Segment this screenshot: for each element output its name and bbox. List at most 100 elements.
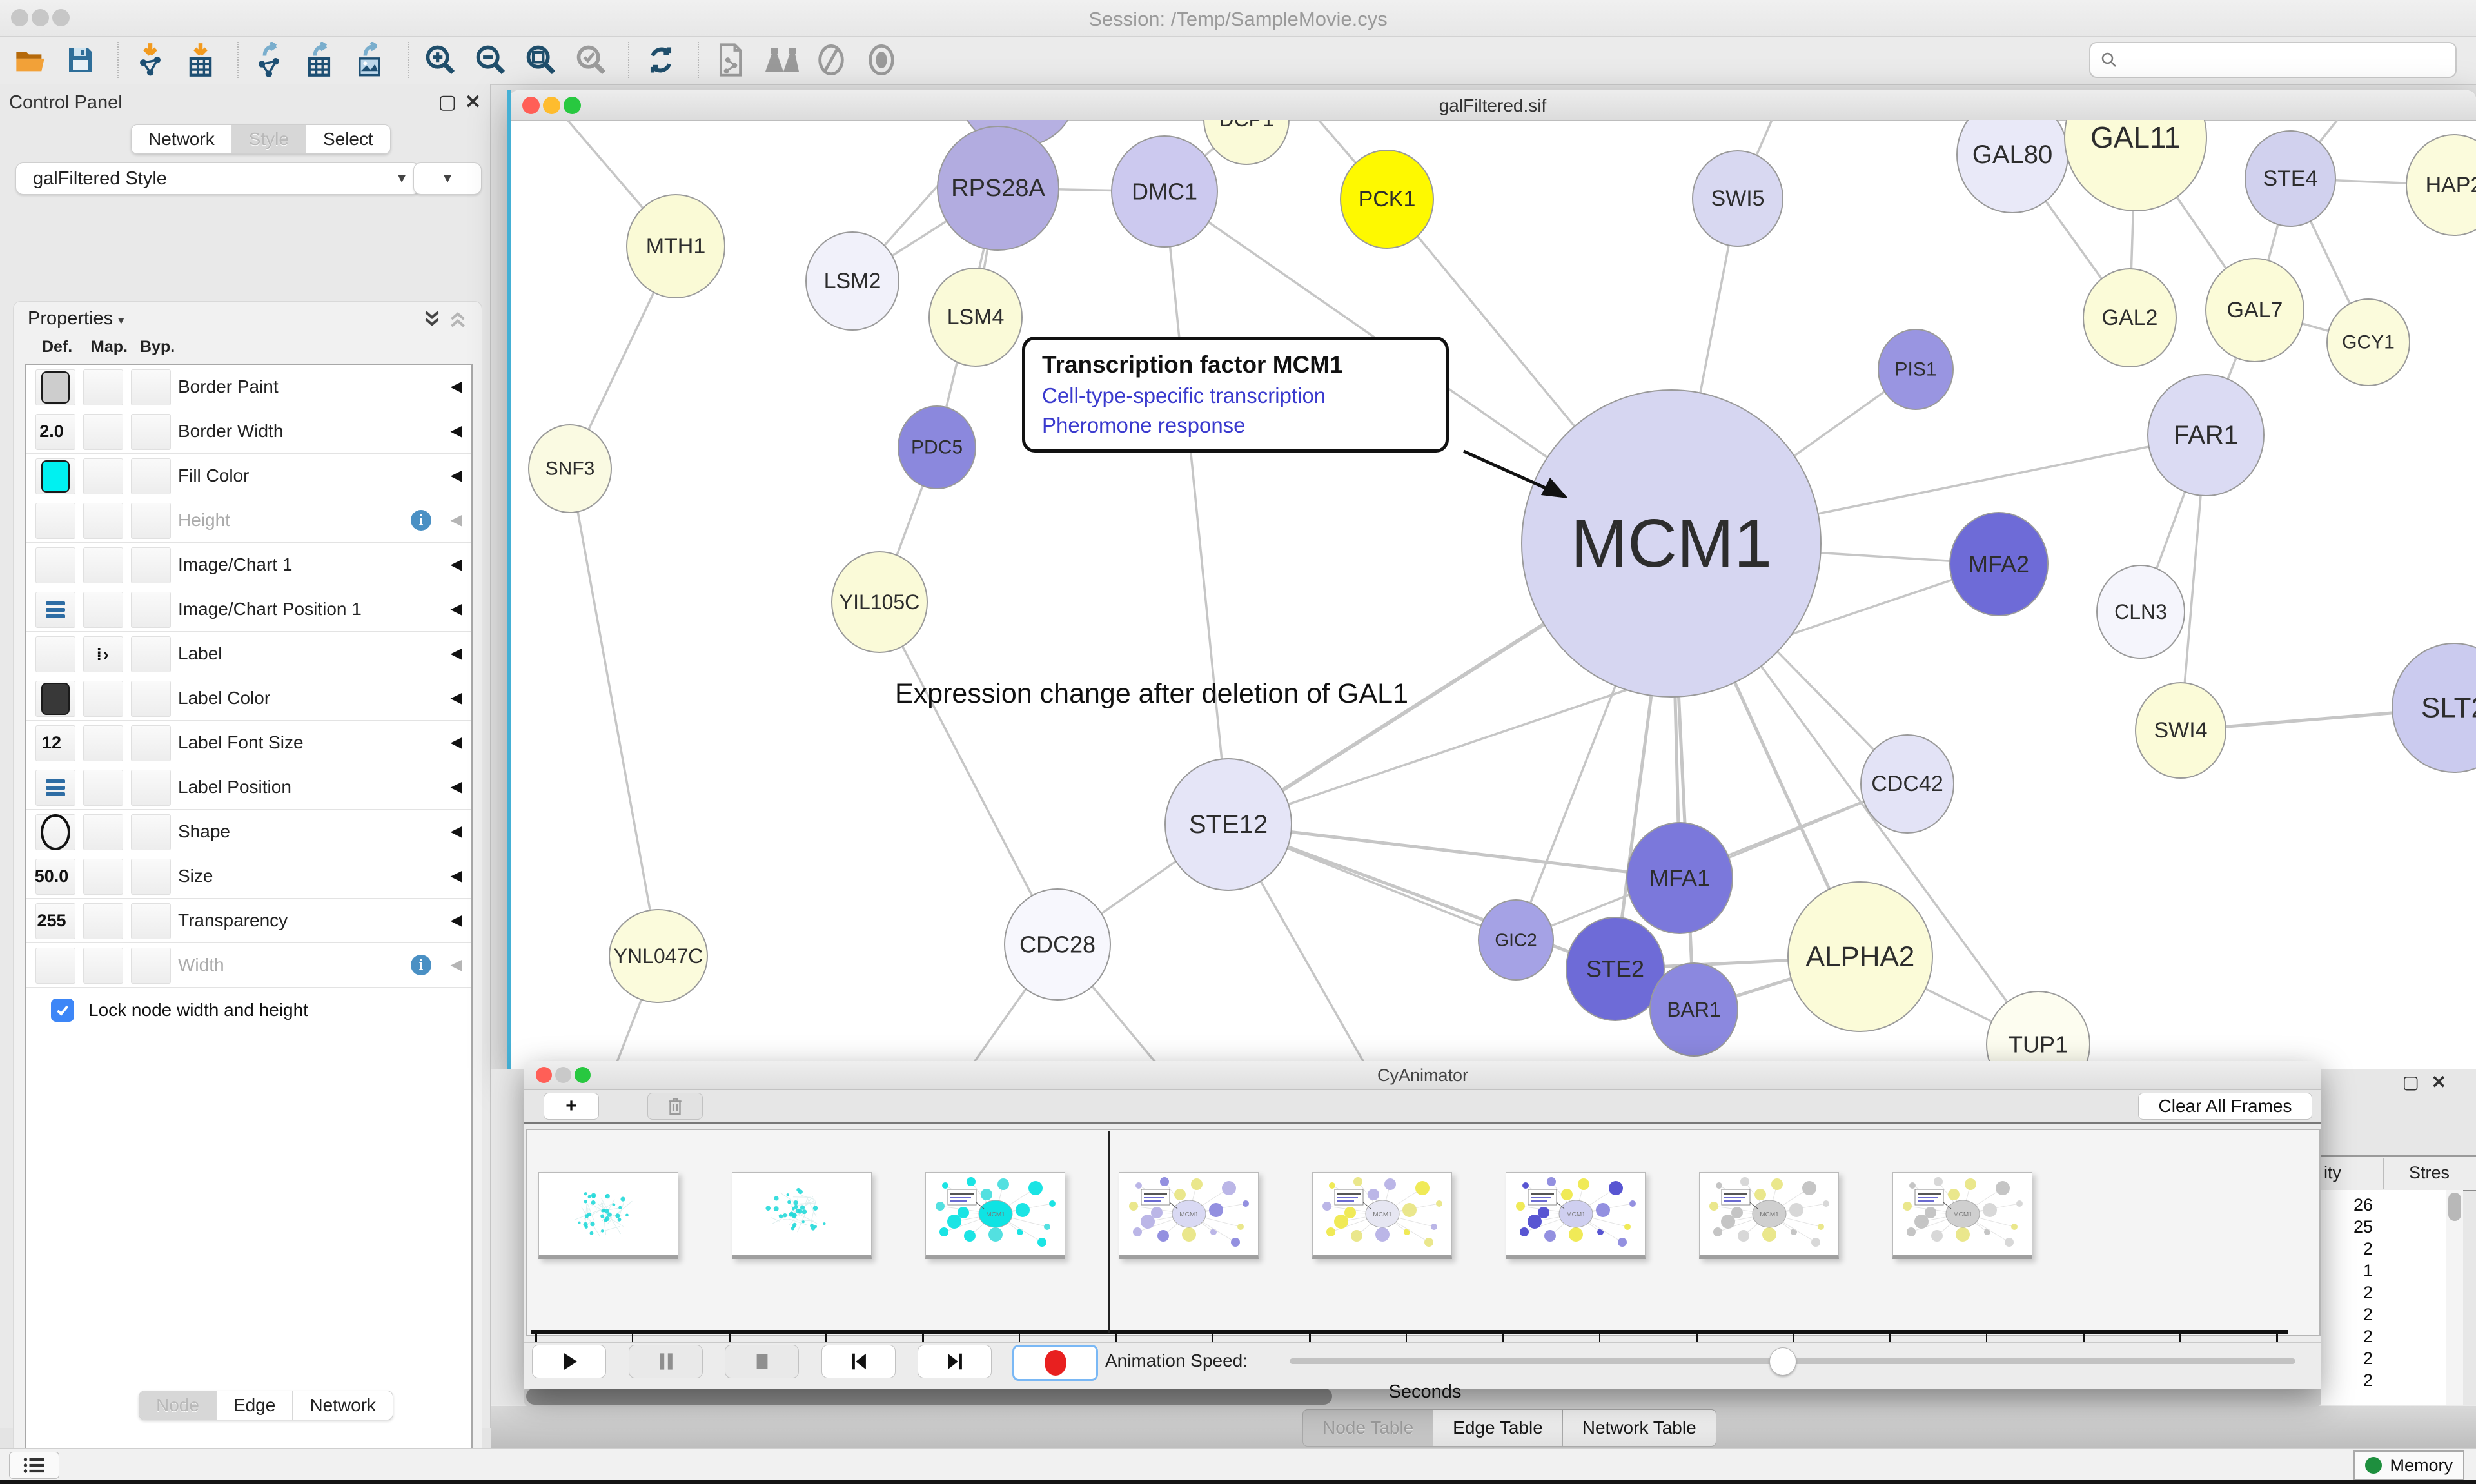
tab-network[interactable]: Network (132, 125, 231, 153)
mapping-cell[interactable] (83, 547, 123, 583)
style-property-row[interactable]: Label Color◀ (26, 676, 471, 721)
zoom-out-button[interactable] (472, 41, 509, 79)
network-node[interactable]: TUP1 (1987, 991, 2090, 1069)
network-node[interactable]: LSM2 (806, 232, 899, 330)
hide-details-button[interactable] (812, 41, 850, 79)
mapping-cell[interactable] (83, 681, 123, 717)
tab-edge-table[interactable]: Edge Table (1433, 1409, 1563, 1447)
table-row[interactable]: 2 (2321, 1349, 2373, 1369)
network-node[interactable]: MCM1 (1522, 390, 1821, 697)
expand-property-icon[interactable]: ◀ (451, 899, 462, 942)
animation-frame-thumbnail[interactable]: MCM1 (1119, 1172, 1259, 1259)
mapping-cell[interactable]: ⁞› (83, 636, 123, 672)
zoom-selected-button[interactable] (573, 41, 610, 79)
network-node[interactable]: BAR1 (1650, 963, 1738, 1056)
default-value-cell[interactable] (35, 636, 75, 672)
default-value-cell[interactable] (35, 681, 75, 717)
table-column-stress[interactable]: Stres (2409, 1163, 2450, 1183)
bypass-cell[interactable] (131, 547, 171, 583)
tab-select[interactable]: Select (306, 125, 390, 153)
expand-property-icon[interactable]: ◀ (451, 365, 462, 409)
style-selector[interactable]: galFiltered Style ▼ (15, 162, 420, 195)
bypass-cell[interactable] (131, 948, 171, 984)
network-node[interactable]: RPS28A (938, 126, 1059, 250)
animation-frame-thumbnail[interactable] (538, 1172, 678, 1259)
tab-node[interactable]: Node (139, 1391, 216, 1420)
import-network-button[interactable] (132, 41, 169, 79)
default-value-cell[interactable] (35, 458, 75, 494)
mapping-cell[interactable] (83, 814, 123, 850)
scrollbar-thumb[interactable] (526, 1388, 1332, 1405)
network-node[interactable]: MTH1 (627, 195, 725, 298)
expand-property-icon[interactable]: ◀ (451, 854, 462, 898)
style-property-row[interactable]: Fill Color◀ (26, 454, 471, 498)
style-property-row[interactable]: 255Transparency◀ (26, 899, 471, 943)
search-box[interactable] (2089, 42, 2457, 78)
column-divider[interactable] (2383, 1158, 2384, 1189)
bypass-cell[interactable] (131, 636, 171, 672)
network-node[interactable]: MFA2 (1950, 513, 2048, 616)
network-node[interactable]: STE12 (1165, 759, 1292, 890)
panel-splitter[interactable] (507, 90, 511, 1069)
float-panel-icon[interactable]: ▢ (2402, 1071, 2419, 1093)
network-node[interactable]: CDC42 (1861, 735, 1954, 833)
bypass-cell[interactable] (131, 369, 171, 405)
add-frame-button[interactable]: + (544, 1093, 599, 1120)
zoom-in-button[interactable] (422, 41, 459, 79)
pause-button[interactable] (629, 1345, 703, 1378)
table-scrollbar[interactable] (2446, 1190, 2463, 1405)
default-value-cell[interactable] (35, 369, 75, 405)
network-node[interactable]: GAL7 (2206, 259, 2304, 362)
task-history-button[interactable] (9, 1452, 59, 1479)
float-panel-icon[interactable]: ▢ (438, 91, 457, 113)
bypass-cell[interactable] (131, 503, 171, 539)
network-node[interactable]: DMC1 (1112, 136, 1217, 247)
network-edge[interactable] (1164, 191, 1228, 825)
import-table-button[interactable] (182, 41, 219, 79)
network-node[interactable]: STE4 (2245, 131, 2335, 226)
default-value-cell[interactable] (35, 814, 75, 850)
style-property-row[interactable]: Label Position◀ (26, 765, 471, 810)
animation-speed-slider[interactable] (1290, 1358, 2295, 1364)
mapping-cell[interactable] (83, 503, 123, 539)
export-network-button[interactable] (251, 41, 289, 79)
network-window-titlebar[interactable]: galFiltered.sif (509, 90, 2476, 121)
collapse-all-icon[interactable] (448, 309, 467, 329)
mapping-cell[interactable] (83, 458, 123, 494)
save-session-button[interactable] (62, 41, 99, 79)
network-edge[interactable] (879, 602, 1057, 944)
search-input[interactable] (2125, 50, 2437, 71)
animation-frame-thumbnail[interactable]: MCM1 (925, 1172, 1065, 1259)
network-node[interactable]: CLN3 (2097, 565, 2185, 658)
style-options-button[interactable]: ▼ (413, 162, 482, 195)
bypass-cell[interactable] (131, 903, 171, 939)
animation-frame-thumbnail[interactable]: MCM1 (1892, 1172, 2032, 1259)
bypass-cell[interactable] (131, 681, 171, 717)
network-node[interactable]: GAL11 (2065, 120, 2206, 211)
network-node[interactable]: ALPHA2 (1788, 882, 1932, 1031)
network-node[interactable]: HAP2 (2406, 135, 2476, 235)
go-to-start-button[interactable] (821, 1345, 896, 1378)
network-annotation-box[interactable]: Transcription factor MCM1 Cell-type-spec… (1022, 337, 1449, 453)
expand-property-icon[interactable]: ◀ (451, 676, 462, 720)
style-property-row[interactable]: Shape◀ (26, 810, 471, 854)
style-property-row[interactable]: 2.0Border Width◀ (26, 409, 471, 454)
animation-frame-thumbnail[interactable] (732, 1172, 872, 1259)
delete-frame-button[interactable] (647, 1093, 703, 1120)
expand-property-icon[interactable]: ◀ (451, 543, 462, 587)
tab-edge[interactable]: Edge (216, 1391, 292, 1420)
style-property-row[interactable]: ⁞›Label◀ (26, 632, 471, 676)
expand-property-icon[interactable]: ◀ (451, 632, 462, 676)
network-node[interactable]: SWI5 (1693, 151, 1783, 246)
mapping-cell[interactable] (83, 770, 123, 806)
network-node[interactable]: PDC5 (898, 406, 976, 489)
table-row[interactable]: 2 (2321, 1327, 2373, 1347)
network-canvas[interactable]: MTH1SNF3LSM2LSM4RPS28ADMC1DCP1PCK1PDC5YI… (509, 120, 2476, 1069)
animation-frame-thumbnail[interactable]: MCM1 (1506, 1172, 1646, 1259)
annotation-link[interactable]: Pheromone response (1042, 413, 1429, 438)
default-value-cell[interactable] (35, 770, 75, 806)
mapping-cell[interactable] (83, 948, 123, 984)
network-node[interactable]: MFA1 (1627, 823, 1733, 933)
network-document-button[interactable] (712, 41, 749, 79)
close-panel-icon[interactable]: ✕ (2432, 1071, 2446, 1093)
